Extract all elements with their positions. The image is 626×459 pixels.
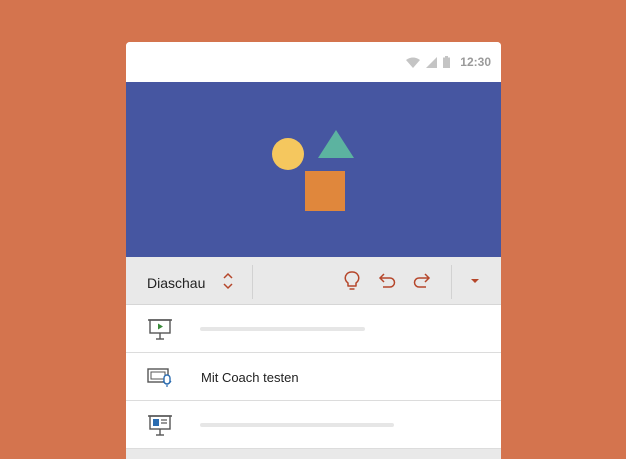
slide-shapes	[272, 130, 354, 211]
toolbar-divider	[252, 265, 253, 299]
up-down-chevron-icon[interactable]	[220, 271, 236, 291]
menu-item-present-from-start[interactable]	[126, 305, 501, 353]
present-from-start-icon	[148, 319, 172, 340]
menu-item-presenter-view[interactable]	[126, 401, 501, 449]
menu-item-placeholder-bar	[200, 327, 365, 331]
status-icons: 12:30	[406, 54, 491, 70]
lightbulb-icon[interactable]	[340, 269, 364, 293]
slide-preview[interactable]	[126, 82, 501, 257]
rehearse-with-coach-icon	[147, 368, 172, 387]
mode-selector-label[interactable]: Diaschau	[147, 257, 205, 305]
battery-icon	[443, 56, 451, 68]
wifi-icon	[406, 57, 421, 68]
presenter-view-icon	[148, 415, 172, 436]
slide-circle-shape	[272, 138, 304, 170]
status-bar: 12:30	[126, 42, 501, 82]
menu-item-rehearse-with-coach[interactable]: Mit Coach testen	[126, 353, 501, 401]
menu-item-label: Mit Coach testen	[201, 370, 299, 385]
status-time: 12:30	[460, 55, 491, 69]
cellular-signal-icon	[426, 56, 438, 68]
slide-triangle-shape	[318, 130, 354, 158]
toolbar-divider	[451, 265, 452, 299]
menu-item-placeholder-bar	[200, 423, 394, 427]
redo-icon[interactable]	[410, 269, 434, 293]
toolbar: Diaschau	[126, 257, 501, 305]
undo-icon[interactable]	[375, 269, 399, 293]
slide-square-shape	[305, 171, 345, 211]
dropdown-arrow-icon[interactable]	[463, 269, 487, 293]
phone-screen: 12:30 Diaschau Mit Coach testen	[126, 42, 501, 459]
bottom-strip	[126, 449, 501, 459]
